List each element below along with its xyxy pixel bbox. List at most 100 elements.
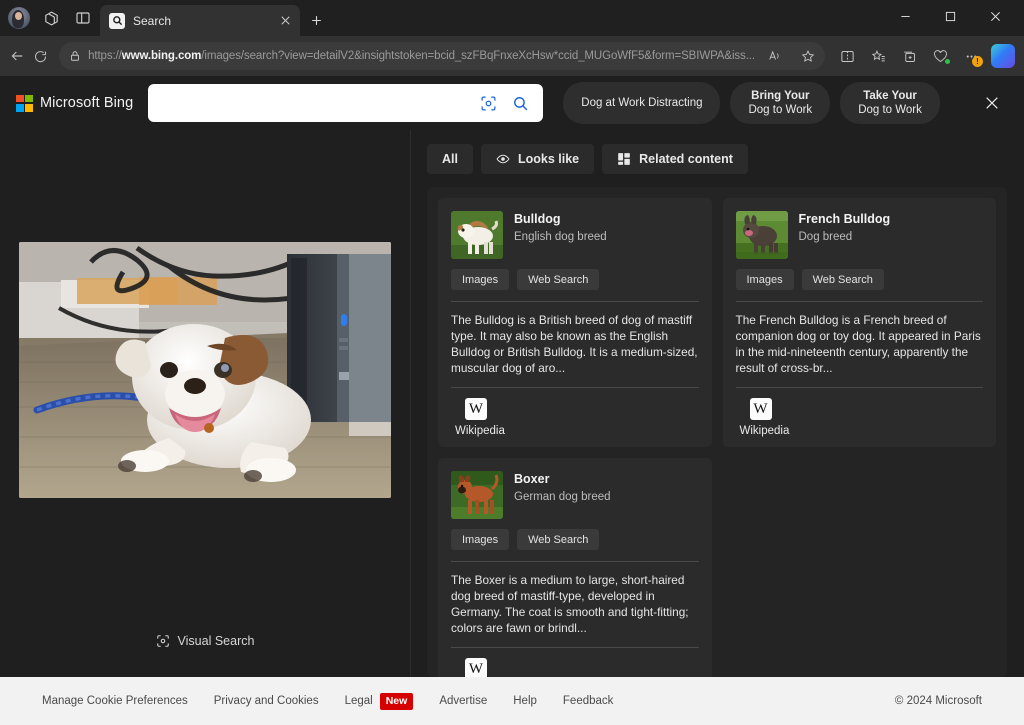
main-image[interactable] [19,242,391,498]
card-header: French Bulldog Dog breed [736,211,984,259]
suggestion-chips: Dog at Work Distracting Bring Your Dog t… [563,82,940,124]
grid-icon [617,152,631,166]
card-thumbnail[interactable] [451,211,503,259]
microsoft-logo-icon [16,95,33,112]
chip-line1: Dog at Work Distracting [581,96,702,110]
close-visual-search-button[interactable] [974,85,1010,121]
card-actions: Images Web Search [451,529,699,550]
tab-actions-icon [75,10,91,26]
status-dot [944,58,951,65]
suggestion-chip[interactable]: Bring Your Dog to Work [730,82,830,124]
workspaces-button[interactable] [36,3,66,33]
chip-line2: Dog to Work [858,103,922,117]
footer-link-help[interactable]: Help [513,695,537,707]
chip-line2: Dog to Work [748,103,812,117]
eye-icon [496,152,510,166]
magnifier-icon[interactable] [505,88,535,118]
divider [451,647,699,648]
card-source[interactable]: W Wikipedia [736,398,984,437]
close-icon[interactable] [276,12,294,30]
knowledge-cards-container: Bulldog English dog breed Images Web Sea… [427,187,1007,677]
card-thumbnail[interactable] [736,211,788,259]
card-actions: Images Web Search [736,269,984,290]
web-search-button[interactable]: Web Search [517,269,599,290]
divider [451,387,699,388]
tab-title: Search [133,14,268,28]
content-split: Visual Search All [0,130,1024,677]
suggestion-chip[interactable]: Take Your Dog to Work [840,82,940,124]
footer-link-privacy-and-cookies[interactable]: Privacy and Cookies [214,695,319,707]
suggestion-chip[interactable]: Dog at Work Distracting [563,82,720,124]
tab-related-content-label: Related content [639,152,733,166]
browser-essentials-icon[interactable] [926,41,956,71]
footer-link-manage-cookie-preferences[interactable]: Manage Cookie Preferences [42,695,188,707]
visual-search-icon[interactable] [473,88,503,118]
close-icon [990,11,1001,22]
star-icon[interactable] [795,43,821,69]
arrow-left-icon [9,48,25,64]
footer-link-advertise[interactable]: Advertise [439,695,487,707]
card-title: Bulldog [514,211,607,227]
bing-logo-text: Microsoft Bing [40,95,133,111]
maximize-button[interactable] [928,0,973,32]
knowledge-card[interactable]: French Bulldog Dog breed Images Web Sear… [723,198,997,447]
card-subtitle: German dog breed [514,489,611,505]
bing-logo[interactable]: Microsoft Bing [16,95,133,112]
profile-avatar-button[interactable] [4,3,34,33]
search-input[interactable] [162,95,471,111]
card-actions: Images Web Search [451,269,699,290]
tab-related-content[interactable]: Related content [602,144,748,174]
images-button[interactable]: Images [451,529,509,550]
divider [451,301,699,302]
card-source[interactable]: W Wikipedia [451,658,699,677]
search-box[interactable] [148,84,543,122]
copilot-icon[interactable] [988,41,1018,71]
wikipedia-icon: W [465,398,487,420]
divider [736,301,984,302]
settings-more-icon[interactable]: ! [957,41,987,71]
card-subtitle: English dog breed [514,229,607,245]
french-bulldog-thumb-icon [736,211,788,259]
knowledge-card[interactable]: Boxer German dog breed Images Web Search… [438,458,712,677]
close-window-button[interactable] [973,0,1018,32]
split-screen-icon[interactable] [833,41,863,71]
workspaces-icon [43,10,60,27]
minimize-icon [900,11,911,22]
images-button[interactable]: Images [736,269,794,290]
new-tab-button[interactable] [302,6,330,34]
card-source[interactable]: W Wikipedia [451,398,699,437]
collections-icon[interactable] [895,41,925,71]
read-aloud-icon[interactable] [762,43,788,69]
new-badge: New [380,693,414,710]
images-button[interactable]: Images [451,269,509,290]
divider [451,561,699,562]
tab-all[interactable]: All [427,144,473,174]
favorites-list-icon[interactable] [864,41,894,71]
footer-link-legal[interactable]: Legal [345,695,373,707]
wikipedia-icon: W [465,658,487,677]
card-source-label: Wikipedia [740,425,984,437]
tab-looks-like[interactable]: Looks like [481,144,594,174]
page-footer: Manage Cookie Preferences Privacy and Co… [0,677,1024,725]
web-search-button[interactable]: Web Search [517,529,599,550]
web-search-button[interactable]: Web Search [802,269,884,290]
refresh-icon [33,49,48,64]
browser-tab[interactable]: Search [100,5,300,36]
minimize-button[interactable] [883,0,928,32]
card-subtitle: Dog breed [799,229,891,245]
address-bar[interactable]: https://www.bing.com/images/search?view=… [59,42,825,70]
chip-line1: Bring Your [751,89,809,103]
search-icon [109,13,125,29]
avatar-icon [8,7,30,29]
back-button[interactable] [6,41,28,71]
refresh-button[interactable] [30,41,52,71]
footer-copyright: © 2024 Microsoft [895,695,982,707]
visual-search-button[interactable]: Visual Search [146,628,265,654]
tab-actions-button[interactable] [68,3,98,33]
footer-link-feedback[interactable]: Feedback [563,695,614,707]
visual-search-label: Visual Search [178,634,255,648]
knowledge-card[interactable]: Bulldog English dog breed Images Web Sea… [438,198,712,447]
card-thumbnail[interactable] [451,471,503,519]
maximize-icon [945,11,956,22]
bulldog-photo-icon [19,242,391,498]
